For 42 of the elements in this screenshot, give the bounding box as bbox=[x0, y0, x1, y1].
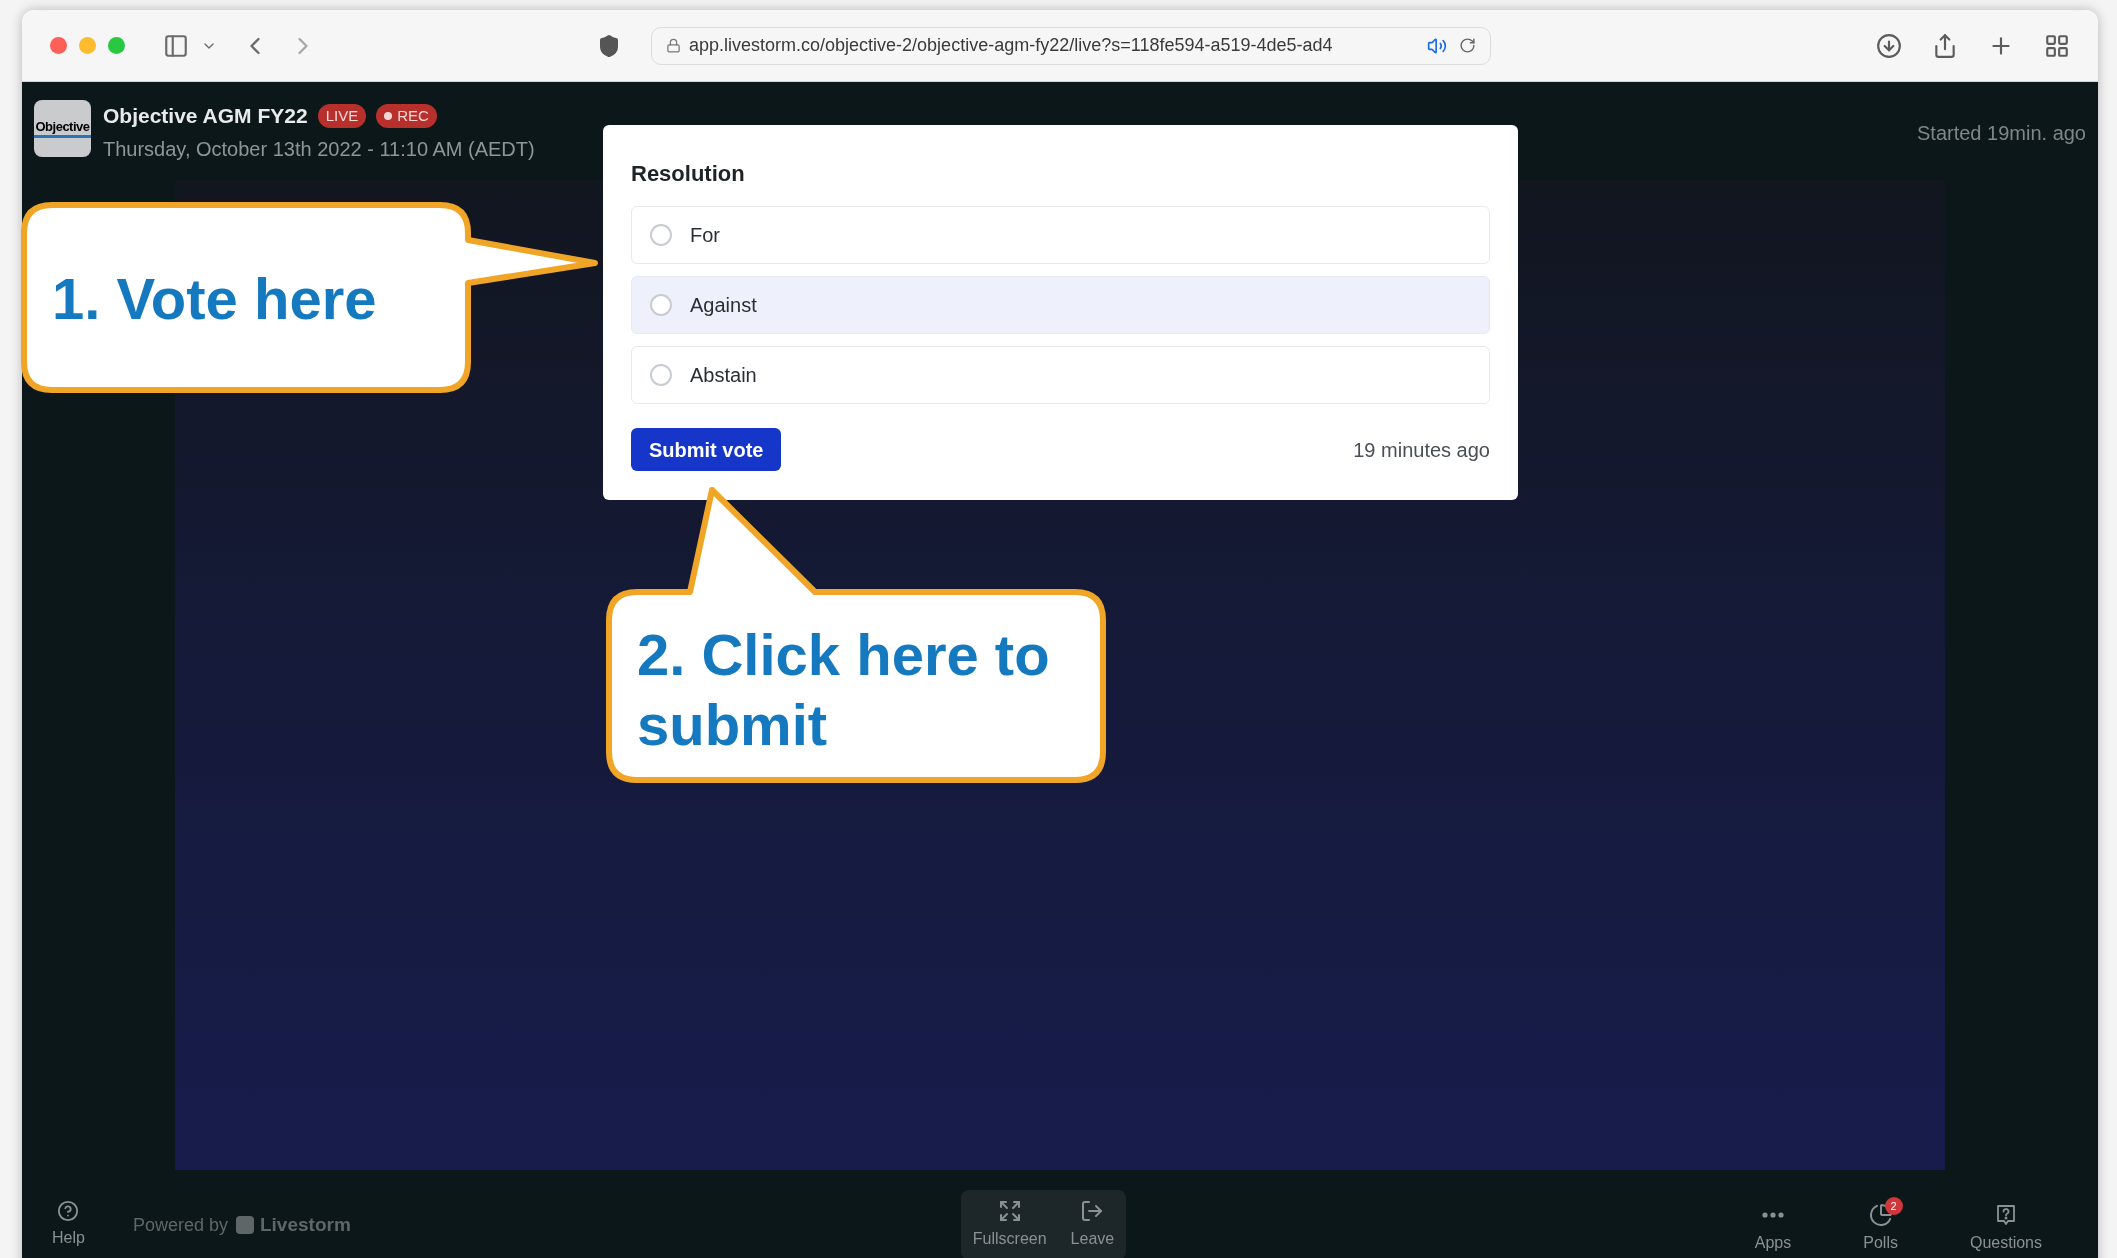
questions-button[interactable]: Questions bbox=[1955, 1195, 2056, 1255]
pie-chart-icon bbox=[1868, 1203, 1893, 1227]
polls-button[interactable]: Polls 2 bbox=[1849, 1195, 1912, 1255]
radio-button[interactable] bbox=[650, 224, 672, 246]
live-badge: LIVE bbox=[317, 103, 367, 128]
close-window-icon[interactable] bbox=[50, 37, 67, 54]
help-button[interactable]: Help bbox=[52, 1200, 85, 1250]
tab-overview-icon[interactable] bbox=[2044, 32, 2070, 59]
download-icon[interactable] bbox=[1876, 32, 1902, 59]
poll-option[interactable]: Abstain bbox=[631, 346, 1490, 404]
powered-by-text: Powered by bbox=[132, 1213, 228, 1237]
poll-question: Resolution bbox=[631, 160, 746, 188]
apps-button[interactable]: Apps bbox=[1740, 1195, 1806, 1255]
url-text: app.livestorm.co/objective-2/objective-agm-fy22/live?s=118fe594-a519-4de5-ad4 bbox=[689, 34, 1333, 57]
poll-time: 19 minutes ago bbox=[1353, 437, 1490, 463]
count-badge: 2 bbox=[1884, 1197, 1903, 1215]
radio-button[interactable] bbox=[650, 364, 672, 386]
poll-option[interactable]: Against bbox=[631, 276, 1490, 334]
fullscreen-icon bbox=[997, 1199, 1022, 1223]
rec-badge: REC bbox=[376, 103, 437, 128]
lock-icon bbox=[666, 38, 681, 53]
address-bar[interactable]: app.livestorm.co/objective-2/objective-agm-fy22/live?s=118fe594-a519-4de5-ad4 bbox=[651, 26, 1491, 65]
event-logo: Objective bbox=[34, 100, 91, 157]
started-time: Started 19min. ago bbox=[1917, 121, 2086, 146]
leave-button[interactable]: Leave bbox=[1070, 1199, 1115, 1251]
reload-icon[interactable] bbox=[1459, 37, 1476, 54]
shield-icon[interactable] bbox=[597, 33, 621, 58]
radio-button[interactable] bbox=[650, 294, 672, 316]
more-icon bbox=[1762, 1212, 1785, 1218]
callout-text: 1. Vote here bbox=[52, 265, 377, 333]
exit-icon bbox=[1080, 1199, 1105, 1223]
livestorm-logo[interactable]: Livestorm bbox=[235, 1210, 351, 1240]
share-icon[interactable] bbox=[1932, 32, 1958, 59]
event-title: Objective AGM FY22 bbox=[103, 103, 308, 129]
callout-text: 2. Click here to submit bbox=[637, 621, 1051, 759]
speaker-icon[interactable] bbox=[1427, 35, 1447, 56]
fullscreen-button[interactable]: Fullscreen bbox=[972, 1199, 1047, 1251]
sidebar-icon[interactable] bbox=[163, 32, 189, 59]
help-icon bbox=[57, 1200, 80, 1222]
poll-option[interactable]: For bbox=[631, 206, 1490, 264]
event-date: Thursday, October 13th 2022 - 11:10 AM (AEDT) bbox=[103, 136, 535, 162]
submit-vote-button[interactable]: Submit vote bbox=[631, 428, 782, 471]
